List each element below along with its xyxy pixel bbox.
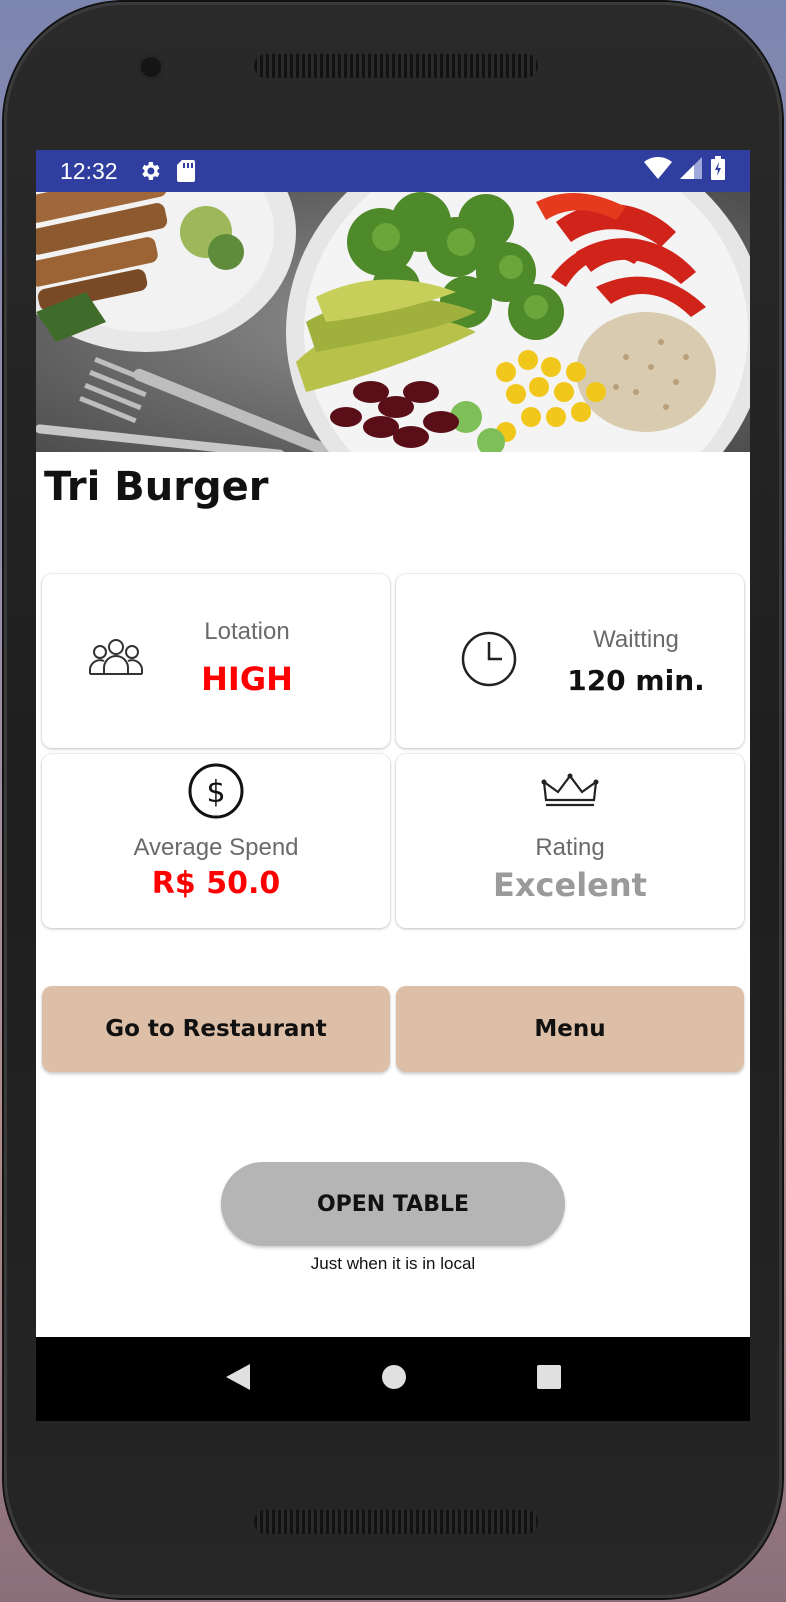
earpiece-speaker xyxy=(254,54,538,78)
average-spend-card: $ Average Spend R$ 50.0 xyxy=(42,754,390,928)
rating-card: Rating Excelent xyxy=(396,754,744,928)
menu-button[interactable]: Menu xyxy=(396,986,744,1072)
lotation-value: HIGH xyxy=(201,660,293,698)
android-nav-bar xyxy=(36,1337,750,1421)
info-cards-grid: Lotation HIGH Waitting 120 min. $ Averag… xyxy=(36,574,750,928)
waiting-card: Waitting 120 min. xyxy=(396,574,744,748)
status-bar: 12:32 xyxy=(36,150,750,192)
rating-value: Excelent xyxy=(493,866,647,904)
open-table-section: OPEN TABLE Just when it is in local xyxy=(36,1072,750,1274)
status-time: 12:32 xyxy=(60,157,118,184)
battery-icon xyxy=(710,156,726,186)
group-people-icon xyxy=(88,636,144,683)
waiting-label: Waitting xyxy=(593,626,679,653)
hero-food-image xyxy=(36,192,750,452)
svg-text:$: $ xyxy=(206,775,225,810)
settings-gear-icon xyxy=(138,159,162,183)
status-right-icons xyxy=(644,156,726,186)
open-table-button[interactable]: OPEN TABLE xyxy=(221,1162,565,1246)
front-camera xyxy=(138,54,164,80)
phone-frame: 12:32 Tri Burger Lotation HIGH Waitting … xyxy=(4,2,782,1598)
clock-icon xyxy=(460,630,518,693)
dollar-circle-icon: $ xyxy=(187,762,245,825)
back-icon[interactable] xyxy=(224,1362,252,1397)
wifi-icon xyxy=(644,156,672,185)
lotation-label: Lotation xyxy=(204,618,290,645)
home-icon[interactable] xyxy=(380,1363,408,1396)
lotation-card: Lotation HIGH xyxy=(42,574,390,748)
action-buttons: Go to Restaurant Menu xyxy=(36,928,750,1072)
average-spend-label: Average Spend xyxy=(133,834,299,861)
restaurant-name: Tri Burger xyxy=(44,464,269,510)
food-bowl-illustration xyxy=(36,192,750,452)
recents-icon[interactable] xyxy=(536,1364,562,1395)
app-screen: 12:32 Tri Burger Lotation HIGH Waitting … xyxy=(36,150,750,1420)
rating-label: Rating xyxy=(535,834,605,861)
bottom-speaker xyxy=(254,1510,538,1534)
sd-card-icon xyxy=(176,159,196,183)
signal-icon xyxy=(680,157,702,185)
go-to-restaurant-button[interactable]: Go to Restaurant xyxy=(42,986,390,1072)
open-table-note: Just when it is in local xyxy=(310,1254,476,1273)
waiting-value: 120 min. xyxy=(567,664,705,697)
average-spend-value: R$ 50.0 xyxy=(151,866,281,901)
crown-icon xyxy=(540,772,600,815)
